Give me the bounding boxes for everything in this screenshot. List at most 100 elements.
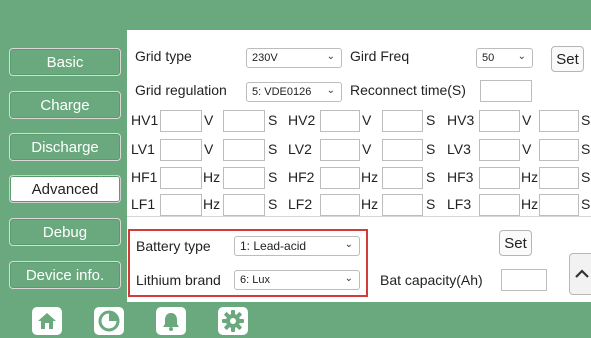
hf2-time-input[interactable] (382, 167, 423, 189)
bat-capacity-label: Bat capacity(Ah) (380, 272, 483, 288)
lv1-time-unit: S (268, 141, 278, 157)
battery-set-button[interactable]: Set (499, 230, 532, 256)
hf2-label: HF2 (288, 169, 315, 185)
lf1-time-unit: S (268, 196, 278, 212)
lf2-unit: Hz (361, 196, 379, 212)
grid-freq-select[interactable]: 50 ⌄ (476, 48, 533, 68)
home-button[interactable] (32, 307, 62, 335)
lv1-label: LV1 (131, 141, 155, 157)
hf3-unit: Hz (521, 169, 539, 185)
hv1-unit: V (204, 112, 214, 128)
advanced-settings-panel: Grid type 230V ⌄ Gird Freq 50 ⌄ Set Grid… (127, 30, 591, 302)
reconnect-time-label: Reconnect time(S) (350, 82, 466, 98)
grid-set-button[interactable]: Set (551, 46, 584, 72)
lithium-brand-label: Lithium brand (136, 272, 221, 288)
hv1-input[interactable] (160, 110, 202, 132)
battery-type-label: Battery type (136, 238, 211, 254)
lv3-time-unit: S (581, 141, 591, 157)
hf1-time-unit: S (268, 169, 278, 185)
grid-type-select[interactable]: 230V ⌄ (246, 48, 342, 68)
hv3-unit: V (522, 112, 532, 128)
hf1-unit: Hz (203, 169, 221, 185)
hv1-time-input[interactable] (223, 110, 265, 132)
lithium-brand-select[interactable]: 6: Lux ⌄ (234, 270, 360, 290)
sidebar-item-label: Device info. (25, 266, 105, 284)
lv3-input[interactable] (479, 139, 520, 161)
settings-button[interactable] (218, 307, 248, 335)
statistics-button[interactable] (94, 307, 124, 335)
lv2-unit: V (362, 141, 372, 157)
lv2-time-input[interactable] (382, 139, 423, 161)
bat-capacity-input[interactable] (501, 269, 547, 291)
hf1-time-input[interactable] (223, 167, 265, 189)
hf3-time-input[interactable] (539, 167, 579, 189)
sidebar-item-label: Basic (46, 53, 84, 71)
scroll-up-button[interactable] (569, 253, 591, 295)
hv2-input[interactable] (320, 110, 360, 132)
bell-icon (163, 313, 179, 331)
lf2-label: LF2 (288, 196, 313, 212)
hv1-time-unit: S (268, 112, 278, 128)
lf3-input[interactable] (479, 194, 520, 216)
lv3-label: LV3 (447, 141, 471, 157)
grid-freq-label: Gird Freq (350, 48, 410, 64)
hv2-unit: V (362, 112, 372, 128)
sidebar-item-advanced[interactable]: Advanced (9, 175, 121, 203)
hf2-input[interactable] (320, 167, 360, 189)
grid-regulation-value: 5: VDE0126 (252, 86, 312, 98)
lf3-time-unit: S (581, 196, 591, 212)
lf1-time-input[interactable] (223, 194, 265, 216)
grid-regulation-select[interactable]: 5: VDE0126 ⌄ (246, 82, 342, 102)
lf3-unit: Hz (521, 196, 539, 212)
lf1-label: LF1 (131, 196, 156, 212)
lv2-time-unit: S (426, 141, 436, 157)
hf2-unit: Hz (361, 169, 379, 185)
hf3-input[interactable] (479, 167, 520, 189)
section-divider (127, 216, 591, 217)
lv1-input[interactable] (160, 139, 202, 161)
chevron-down-icon: ⌄ (344, 273, 353, 284)
sidebar-item-device-info[interactable]: Device info. (9, 261, 121, 289)
lv1-time-input[interactable] (223, 139, 265, 161)
grid-type-value: 230V (252, 52, 278, 64)
pie-chart-icon (98, 310, 120, 332)
hf1-label: HF1 (131, 169, 158, 185)
bottom-nav (0, 302, 591, 338)
alarm-button[interactable] (156, 307, 186, 335)
lf2-input[interactable] (320, 194, 360, 216)
top-bar (0, 0, 591, 30)
grid-freq-value: 50 (482, 52, 495, 64)
lv1-unit: V (204, 141, 214, 157)
sidebar-item-discharge[interactable]: Discharge (9, 133, 121, 161)
lf2-time-input[interactable] (382, 194, 423, 216)
reconnect-time-input[interactable] (480, 80, 532, 102)
hv3-label: HV3 (447, 112, 475, 128)
sidebar-item-label: Advanced (31, 180, 99, 198)
hv3-time-input[interactable] (539, 110, 579, 132)
chevron-down-icon: ⌄ (326, 85, 335, 96)
lf3-time-input[interactable] (539, 194, 579, 216)
sidebar: Basic Charge Discharge Advanced Debug De… (0, 30, 127, 302)
hv2-time-input[interactable] (382, 110, 423, 132)
lv3-unit: V (522, 141, 532, 157)
lf2-time-unit: S (426, 196, 436, 212)
grid-regulation-label: Grid regulation (135, 82, 227, 98)
lv3-time-input[interactable] (539, 139, 579, 161)
sidebar-item-basic[interactable]: Basic (9, 48, 121, 76)
lf1-unit: Hz (203, 196, 221, 212)
sidebar-item-debug[interactable]: Debug (9, 218, 121, 246)
chevron-up-icon (575, 269, 589, 278)
lf1-input[interactable] (160, 194, 202, 216)
sidebar-item-charge[interactable]: Charge (9, 91, 121, 119)
set-button-label: Set (556, 50, 579, 68)
lv2-input[interactable] (320, 139, 360, 161)
lithium-brand-value: 6: Lux (240, 274, 270, 286)
chevron-down-icon: ⌄ (344, 239, 353, 250)
battery-type-select[interactable]: 1: Lead-acid ⌄ (234, 236, 360, 256)
battery-type-value: 1: Lead-acid (240, 239, 307, 253)
hf1-input[interactable] (160, 167, 202, 189)
hv3-input[interactable] (479, 110, 520, 132)
lv2-label: LV2 (288, 141, 312, 157)
chevron-down-icon: ⌄ (517, 51, 526, 62)
home-icon (38, 313, 56, 329)
